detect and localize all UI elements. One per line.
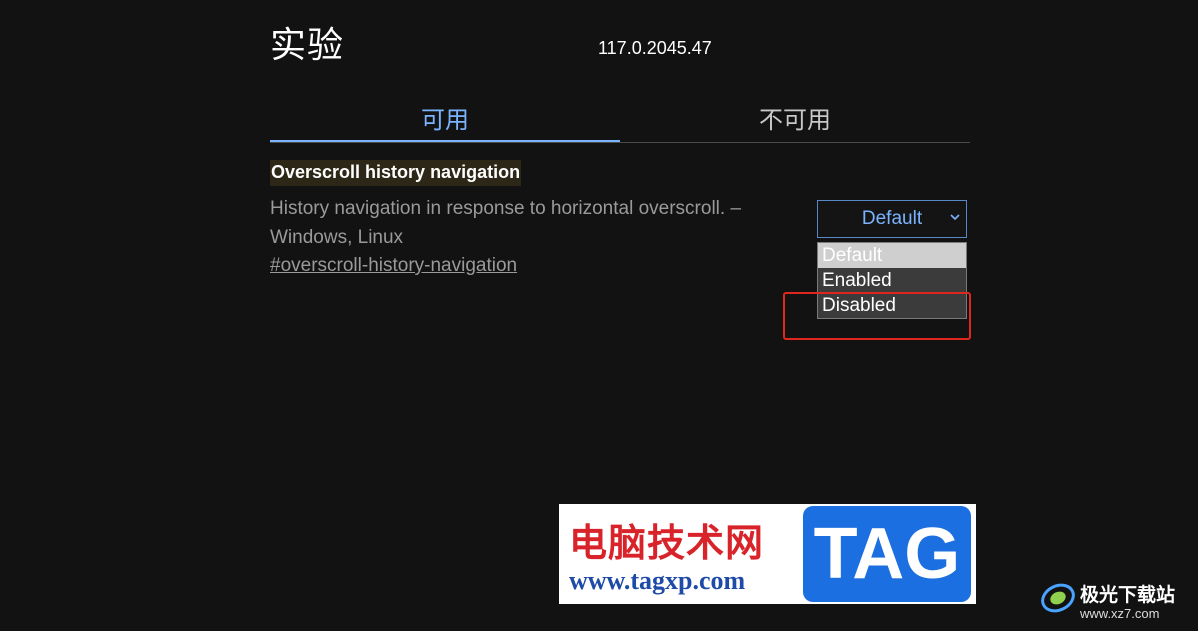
option-default[interactable]: Default: [818, 243, 966, 268]
version-label: 117.0.2045.47: [598, 38, 712, 58]
experiment-title: Overscroll history navigation: [270, 160, 522, 186]
annotation-highlight-box: [783, 292, 971, 340]
flags-page: 实验 117.0.2045.47 可用 不可用 Overscroll histo…: [0, 0, 1198, 631]
experiment-select[interactable]: Default: [817, 200, 967, 238]
site-logo-icon: [1041, 583, 1075, 613]
watermark-tag: TAG: [803, 506, 971, 602]
experiment-description: History navigation in response to horizo…: [270, 198, 742, 248]
watermark-site: 极光下载站 www.xz7.com: [1040, 576, 1190, 626]
watermark-site-url: www.xz7.com: [1080, 606, 1160, 621]
page-title: 实验: [270, 25, 345, 66]
option-enabled[interactable]: Enabled: [818, 268, 966, 293]
watermark-cn-text: 电脑技术网: [569, 521, 765, 565]
tab-available[interactable]: 可用: [270, 96, 620, 142]
chevron-down-icon: [950, 210, 960, 225]
watermark-url: www.tagxp.com: [569, 566, 746, 595]
tab-unavailable[interactable]: 不可用: [620, 96, 970, 142]
watermark-site-name: 极光下载站: [1080, 584, 1176, 606]
tab-bar: 可用 不可用: [270, 96, 970, 143]
experiment-link[interactable]: #overscroll-history-navigation: [270, 255, 517, 277]
select-value: Default: [861, 208, 923, 229]
watermark-banner: 电脑技术网 www.tagxp.com TAG: [559, 504, 976, 604]
